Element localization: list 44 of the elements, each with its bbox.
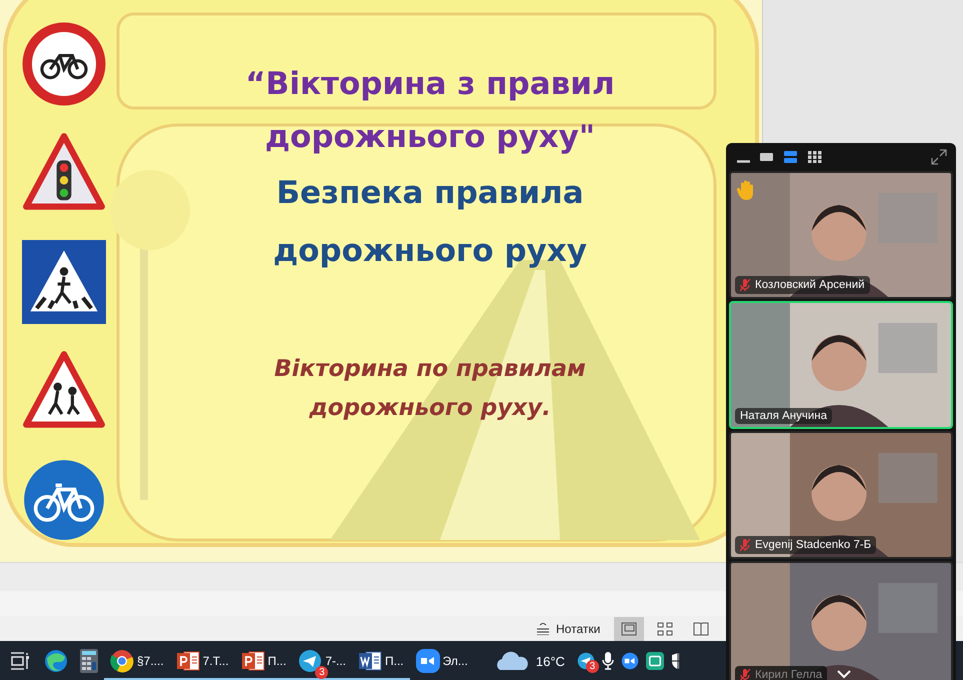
expand-icon[interactable] <box>931 149 947 165</box>
no-bicycle-sign-icon <box>22 22 106 106</box>
notification-badge: 3 <box>586 660 599 673</box>
view-button[interactable] <box>614 616 644 640</box>
participant-name: Наталя Анучина <box>740 410 828 422</box>
grid-view-icon <box>657 622 674 636</box>
presentation-app-icon <box>240 649 265 673</box>
taskbar-button[interactable]: 7.T... <box>170 641 235 680</box>
chevron-down-icon[interactable] <box>837 670 851 679</box>
view-mode-button[interactable] <box>782 149 800 165</box>
taskbar-button[interactable]: §7.... <box>104 641 170 680</box>
weather-widget[interactable]: 16°C <box>494 651 565 671</box>
presentation-app-icon <box>176 649 200 673</box>
notification-badge: 3 <box>315 666 328 679</box>
document-app-icon <box>358 649 382 673</box>
microphone-icon[interactable] <box>602 651 614 671</box>
participant-name: Козловский Арсений <box>755 279 865 291</box>
view-mode-button[interactable] <box>806 149 824 165</box>
grid-view-icon <box>808 151 822 163</box>
single-view-icon <box>760 151 774 163</box>
slide-caption: Вікторина по правилам дорожнього руху. <box>273 355 587 423</box>
slide-subtitle: Безпека правила дорожнього руху <box>272 174 588 271</box>
taskbar-button[interactable]: П... <box>352 641 410 680</box>
notes-button[interactable]: Нотатки <box>532 618 604 640</box>
taskbar-button[interactable]: П... <box>234 641 292 680</box>
bicycle-path-sign-icon <box>22 458 106 542</box>
task-view-icon <box>10 651 32 671</box>
shield-icon[interactable] <box>670 652 679 670</box>
app-tray-icon[interactable] <box>646 652 664 670</box>
normal-view-icon <box>621 622 638 636</box>
taskbar-button[interactable]: Эл... <box>410 641 474 680</box>
browser-icon <box>44 649 68 673</box>
slide-title: “Вікторина з правил дорожнього руху" <box>244 65 616 157</box>
taskbar-button[interactable]: 3 7-... <box>292 641 352 680</box>
crosswalk-sign-icon <box>22 240 106 324</box>
video-app-tray-icon[interactable] <box>620 652 639 670</box>
participant-name: Evgenij Stadcenko 7-Б <box>755 539 872 551</box>
calculator-icon <box>80 649 98 673</box>
notes-icon <box>536 622 550 634</box>
video-app-icon <box>416 649 440 673</box>
book-icon <box>693 622 710 636</box>
browser-icon <box>110 649 134 673</box>
minimize-icon <box>737 160 750 162</box>
stacked-view-icon <box>784 151 798 163</box>
